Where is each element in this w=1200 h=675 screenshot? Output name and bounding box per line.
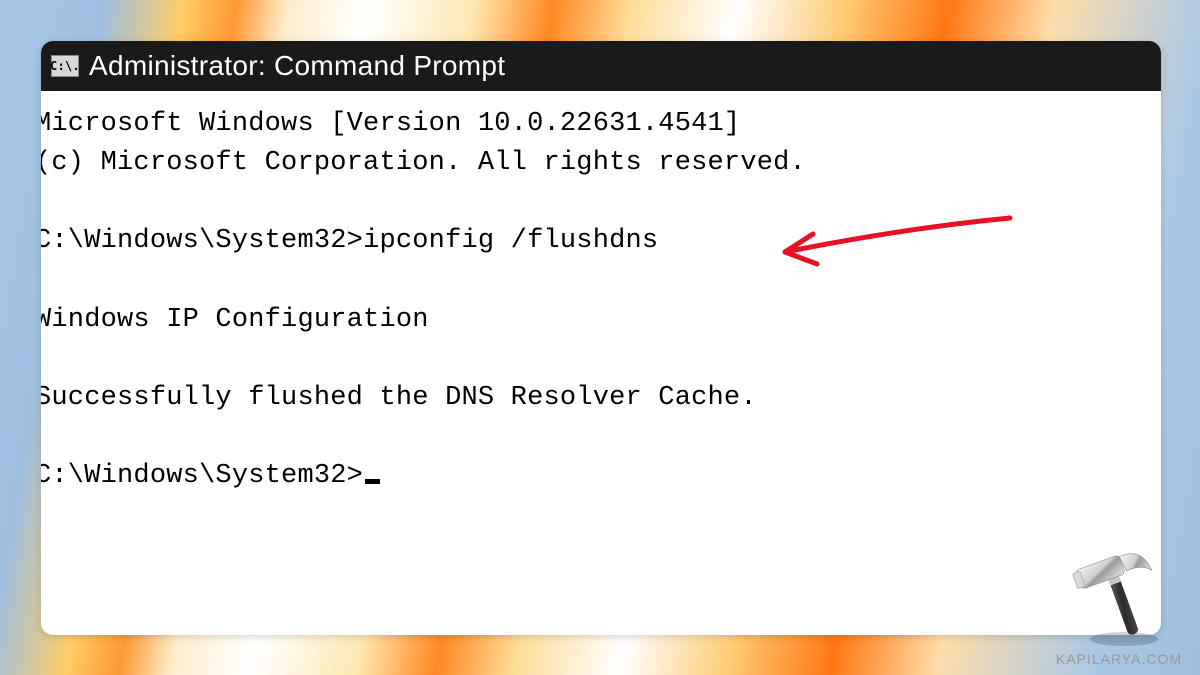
prompt-path: C:\Windows\System32> — [41, 461, 363, 491]
command-prompt-window: C:\. Administrator: Command Prompt Micro… — [41, 41, 1161, 635]
titlebar[interactable]: C:\. Administrator: Command Prompt — [41, 41, 1161, 91]
output-success-line: Successfully flushed the DNS Resolver Ca… — [41, 383, 757, 413]
os-version-line: Microsoft Windows [Version 10.0.22631.45… — [41, 109, 740, 139]
window-title: Administrator: Command Prompt — [89, 50, 505, 82]
command-entered: ipconfig /flushdns — [363, 226, 658, 256]
prompt-path: C:\Windows\System32> — [41, 226, 363, 256]
output-header-line: Windows IP Configuration — [41, 305, 429, 335]
watermark-text: KAPILARYA.COM — [1056, 651, 1182, 667]
cursor — [365, 479, 380, 484]
cmd-icon: C:\. — [51, 55, 79, 77]
terminal-output[interactable]: Microsoft Windows [Version 10.0.22631.45… — [41, 91, 1161, 496]
copyright-line: (c) Microsoft Corporation. All rights re… — [41, 148, 806, 178]
